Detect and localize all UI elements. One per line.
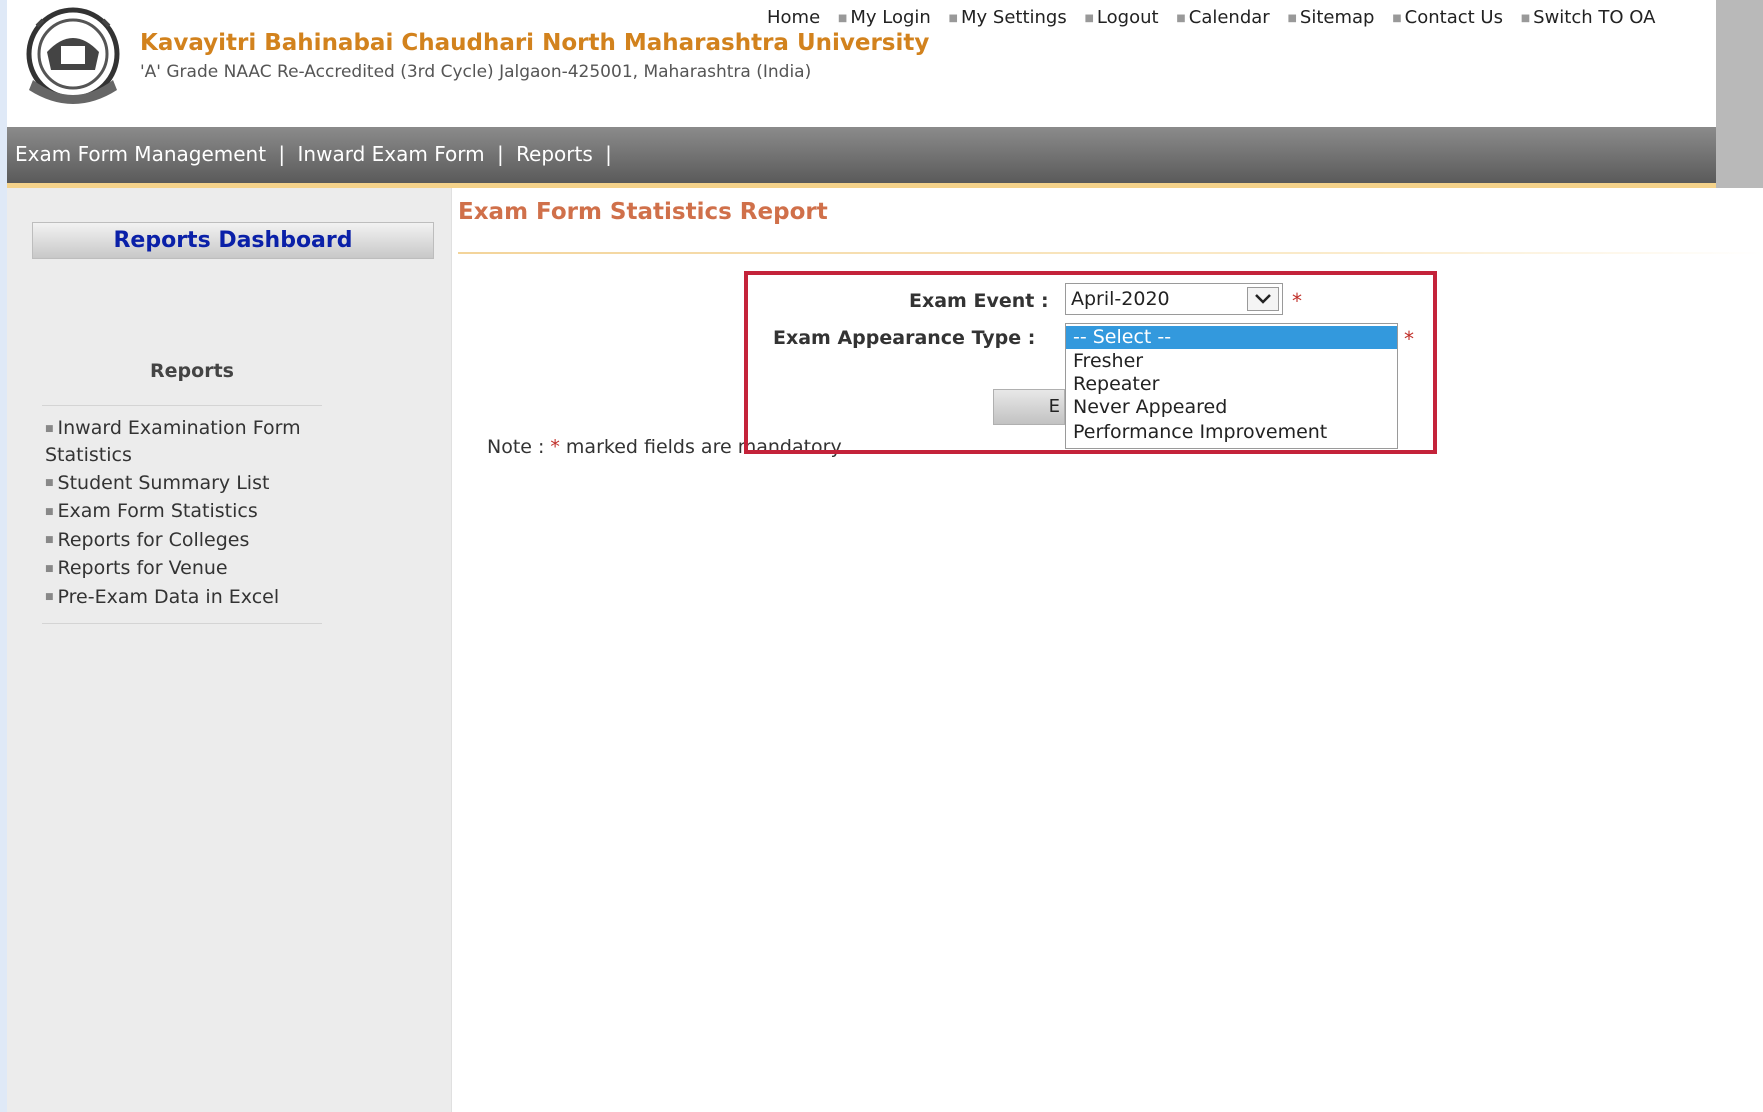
nav-reports[interactable]: Reports — [516, 142, 593, 166]
sidebar-item-label: Reports for Venue — [57, 557, 228, 579]
sidebar-item-reports-venue[interactable]: ■ Reports for Venue — [45, 555, 375, 582]
sidebar-item-pre-exam-excel[interactable]: ■ Pre-Exam Data in Excel — [45, 584, 375, 611]
reports-dashboard-title[interactable]: Reports Dashboard — [32, 222, 434, 259]
bullet-icon: ■ — [45, 535, 54, 545]
sidebar-item-reports-colleges[interactable]: ■ Reports for Colleges — [45, 527, 375, 554]
bullet-icon: ■ — [948, 12, 958, 24]
sidebar: Reports Dashboard Reports ■ Inward Examin… — [7, 188, 452, 1112]
divider — [42, 405, 322, 406]
bullet-icon: ■ — [45, 592, 54, 602]
divider — [42, 623, 322, 624]
sidebar-item-label: Inward Examination Form Statistics — [45, 417, 301, 466]
left-edge — [0, 0, 7, 1112]
page-title: Exam Form Statistics Report — [458, 199, 828, 225]
university-logo-icon — [26, 7, 120, 104]
bullet-icon: ■ — [1520, 12, 1531, 24]
bullet-icon: ■ — [45, 478, 54, 488]
bullet-icon: ■ — [1176, 12, 1186, 24]
top-links: Home ■ My Login ■ My Settings ■ Logout ■ Cal… — [767, 7, 1655, 28]
nav-separator: | — [278, 142, 286, 166]
sidebar-item-inward-statistics[interactable]: ■ Inward Examination Form Statistics — [45, 415, 375, 468]
sidebar-item-exam-form-statistics[interactable]: ■ Exam Form Statistics — [45, 498, 375, 525]
note-prefix: Note : — [487, 436, 545, 458]
sidebar-item-student-summary[interactable]: ■ Student Summary List — [45, 470, 375, 497]
my-login-link[interactable]: My Login — [850, 7, 930, 28]
contact-us-link[interactable]: Contact Us — [1405, 7, 1503, 28]
my-settings-link[interactable]: My Settings — [961, 7, 1067, 28]
highlight-box — [744, 271, 1437, 454]
calendar-link[interactable]: Calendar — [1189, 7, 1270, 28]
sidebar-item-label: Student Summary List — [57, 471, 270, 494]
switch-to-oa-link[interactable]: Switch TO OA — [1533, 7, 1655, 28]
required-mark: * — [550, 436, 560, 458]
bullet-icon: ■ — [45, 563, 54, 574]
bullet-icon: ■ — [45, 506, 54, 517]
sidebar-item-label: Reports for Colleges — [57, 528, 250, 551]
logout-link[interactable]: Logout — [1097, 7, 1159, 28]
home-link[interactable]: Home — [767, 7, 820, 28]
sitemap-link[interactable]: Sitemap — [1300, 7, 1375, 28]
nav-separator: | — [605, 142, 612, 166]
university-subtitle: 'A' Grade NAAC Re-Accredited (3rd Cycle)… — [140, 62, 812, 82]
bullet-icon: ■ — [1084, 12, 1094, 24]
main-nav: Exam Form Management | Inward Exam Form … — [7, 127, 1716, 188]
nav-items: Exam Form Management | Inward Exam Form … — [15, 142, 618, 166]
bullet-icon: ■ — [837, 12, 848, 24]
title-underline — [458, 252, 1763, 254]
bullet-icon: ■ — [45, 423, 54, 434]
reports-section-title: Reports — [150, 360, 234, 382]
bullet-icon: ■ — [1392, 12, 1402, 24]
nav-separator: | — [496, 142, 504, 166]
sidebar-item-label: Exam Form Statistics — [57, 500, 258, 522]
sidebar-item-label: Pre-Exam Data in Excel — [57, 585, 280, 608]
nav-exam-form-management[interactable]: Exam Form Management — [15, 142, 266, 166]
site-header: Kavayitri Bahinabai Chaudhari North Maha… — [7, 0, 1716, 127]
bullet-icon: ■ — [1287, 12, 1297, 24]
reports-list: ■ Inward Examination Form Statistics ■ Stu… — [45, 415, 375, 612]
university-name: Kavayitri Bahinabai Chaudhari North Maha… — [140, 30, 930, 56]
nav-inward-exam-form[interactable]: Inward Exam Form — [298, 142, 485, 166]
scrollbar-area — [1716, 0, 1763, 188]
